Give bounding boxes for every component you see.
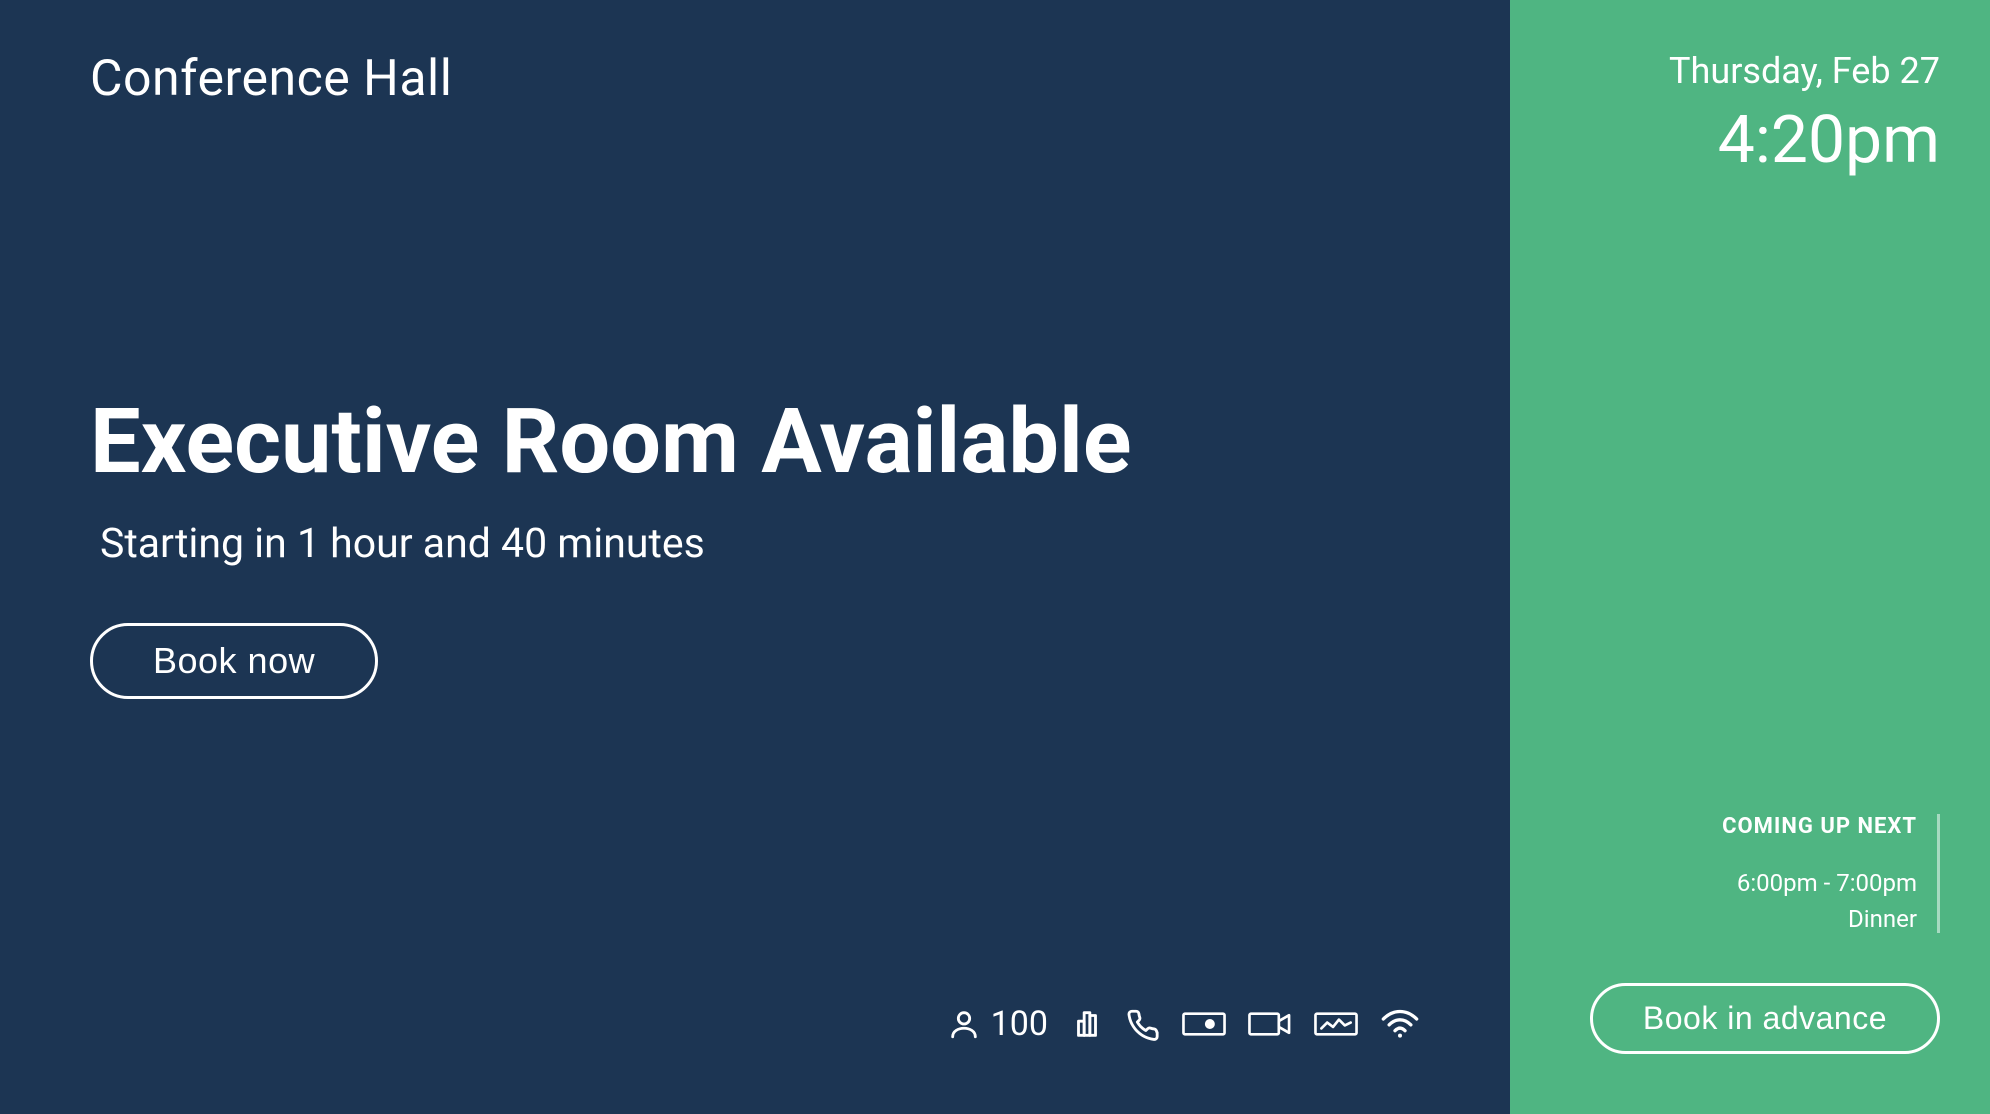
phone-icon [1126, 1007, 1160, 1041]
wifi-feature [1380, 1007, 1420, 1041]
starting-in-text: Starting in 1 hour and 40 minutes [100, 520, 1131, 568]
video-feature [1248, 1007, 1292, 1041]
status-heading: Executive Room Available [90, 395, 1131, 490]
status-block: Executive Room Available Starting in 1 h… [90, 395, 1131, 699]
video-camera-icon [1248, 1007, 1292, 1041]
phone-feature [1126, 1007, 1160, 1041]
coming-up-next-block: COMING UP NEXT 6:00pm - 7:00pm Dinner [1722, 814, 1940, 933]
wifi-icon [1380, 1007, 1420, 1041]
person-icon [947, 1007, 981, 1041]
capacity-feature: 100 [947, 1004, 1048, 1044]
capacity-value: 100 [991, 1004, 1048, 1044]
upnext-time-range: 6:00pm - 7:00pm [1722, 869, 1917, 897]
projector-feature [1182, 1007, 1226, 1041]
sidebar-panel: Thursday, Feb 27 4:20pm COMING UP NEXT 6… [1510, 0, 1990, 1114]
main-panel: Conference Hall Executive Room Available… [0, 0, 1510, 1114]
whiteboard-icon [1314, 1007, 1358, 1041]
upnext-title: Dinner [1722, 905, 1917, 933]
coming-up-next-label: COMING UP NEXT [1722, 814, 1917, 839]
book-in-advance-button[interactable]: Book in advance [1590, 983, 1940, 1054]
whiteboard-feature [1314, 1007, 1358, 1041]
book-now-button[interactable]: Book now [90, 623, 378, 699]
presentation-feature [1070, 1007, 1104, 1041]
room-name: Conference Hall [90, 50, 1420, 108]
room-features-row: 100 [947, 1004, 1420, 1044]
current-time: 4:20pm [1718, 102, 1940, 179]
projector-icon [1182, 1007, 1226, 1041]
presentation-icon [1070, 1007, 1104, 1041]
current-date: Thursday, Feb 27 [1669, 50, 1940, 92]
